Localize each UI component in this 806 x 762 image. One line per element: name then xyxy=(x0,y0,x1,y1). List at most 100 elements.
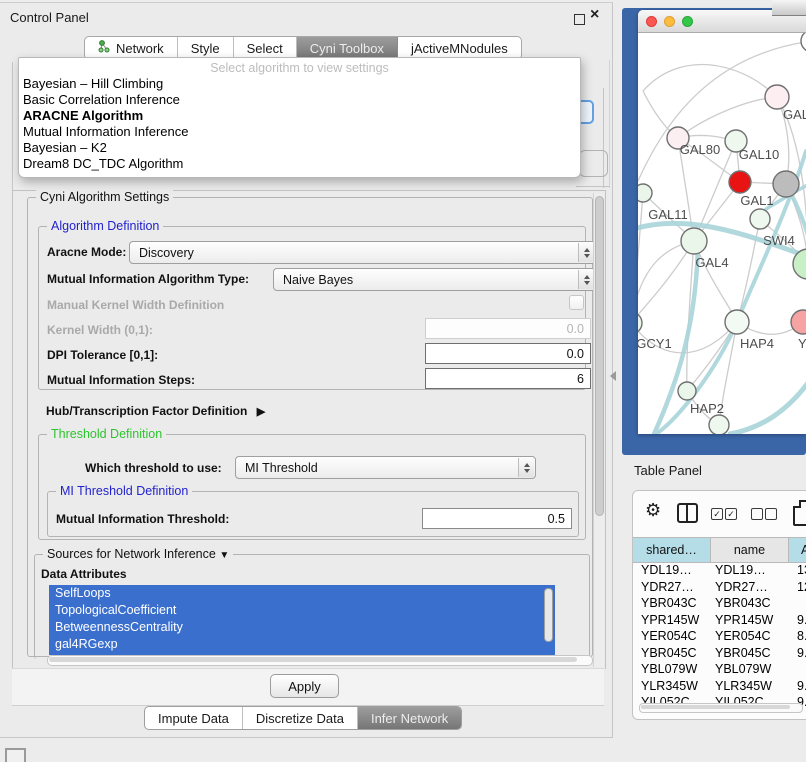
deselect-all-checkbox-icon[interactable] xyxy=(751,508,763,520)
table-row[interactable]: YER054CYER054C8. xyxy=(633,628,806,645)
spinner-arrows-icon xyxy=(578,270,594,289)
tab-label: Infer Network xyxy=(371,711,448,726)
mi-threshold-definition-group: MI Threshold Definition Mutual Informati… xyxy=(47,491,579,537)
network-node[interactable] xyxy=(638,184,652,202)
data-attribute-item[interactable]: SelfLoops xyxy=(49,585,555,602)
table-row[interactable]: YDL19…YDL19…13 xyxy=(633,562,806,579)
table-cell: YER054C xyxy=(633,628,711,645)
algorithm-option[interactable]: Dream8 DC_TDC Algorithm xyxy=(19,156,580,172)
network-node[interactable] xyxy=(638,312,642,334)
table-row[interactable]: YLR345WYLR345W9. xyxy=(633,678,806,695)
tab-style[interactable]: Style xyxy=(178,37,234,59)
new-table-icon[interactable] xyxy=(793,500,806,526)
horizontal-scrollbar[interactable] xyxy=(47,655,593,666)
zoom-traffic-light-icon[interactable] xyxy=(682,16,693,27)
algorithm-option[interactable]: Mutual Information Inference xyxy=(19,124,580,140)
minimize-traffic-light-icon[interactable] xyxy=(664,16,675,27)
tab-select[interactable]: Select xyxy=(234,37,297,59)
table-row[interactable]: YBR043CYBR043C xyxy=(633,595,806,612)
network-node-label: GAL8 xyxy=(783,107,806,122)
tab-label: Impute Data xyxy=(158,711,229,726)
tab-impute-data[interactable]: Impute Data xyxy=(145,707,243,729)
dpi-tolerance-field[interactable]: 0.0 xyxy=(425,343,591,364)
data-attributes-list[interactable]: SelfLoopsTopologicalCoefficientBetweenne… xyxy=(49,585,555,655)
close-traffic-light-icon[interactable] xyxy=(646,16,657,27)
table-cell: 13 xyxy=(789,562,806,579)
gear-icon[interactable]: ⚙ xyxy=(645,499,661,521)
network-node[interactable] xyxy=(801,33,806,52)
table-row[interactable]: YBL079WYBL079W xyxy=(633,661,806,678)
mi-algorithm-type-combobox[interactable]: Naive Bayes xyxy=(273,268,596,291)
table-cell: YBR045C xyxy=(633,645,711,662)
table-row[interactable]: YDR27…YDR27…12 xyxy=(633,579,806,596)
manual-kernel-width-label: Manual Kernel Width Definition xyxy=(47,298,224,312)
algorithm-option[interactable]: Basic Correlation Inference xyxy=(19,92,580,108)
table-row[interactable]: YPR145WYPR145W9. xyxy=(633,612,806,629)
tab-infer-network[interactable]: Infer Network xyxy=(358,707,461,729)
network-node[interactable] xyxy=(773,171,799,197)
network-node[interactable] xyxy=(765,85,789,109)
aracne-mode-combobox[interactable]: Discovery xyxy=(129,241,596,264)
apply-button[interactable]: Apply xyxy=(270,674,339,698)
table-cell: 9. xyxy=(789,645,806,662)
combobox-value: Naive Bayes xyxy=(283,273,353,287)
network-node[interactable] xyxy=(681,228,707,254)
data-attribute-item[interactable]: BetweennessCentrality xyxy=(49,619,555,636)
network-node-label: GAL1 xyxy=(740,193,773,208)
network-canvas-svg[interactable]: GAL8GAL80GAL10GAL1GAL11GAL4SWI4GCY1HAP4Y… xyxy=(638,33,806,434)
algorithm-option[interactable]: ARACNE Algorithm xyxy=(19,108,580,124)
table-cell: YER054C xyxy=(711,628,789,645)
float-window-icon[interactable] xyxy=(574,14,585,25)
algorithm-option[interactable]: Bayesian – K2 xyxy=(19,140,580,156)
mi-steps-field[interactable]: 6 xyxy=(425,368,591,389)
tab-label: jActiveMNodules xyxy=(411,41,508,56)
table-cell: 8. xyxy=(789,628,806,645)
field-value: 0.5 xyxy=(548,512,565,526)
network-node[interactable] xyxy=(725,310,749,334)
deselect-all-checkbox-icon[interactable] xyxy=(765,508,777,520)
minimized-panel-icon[interactable] xyxy=(5,748,26,762)
table-cell: YDL19… xyxy=(711,562,789,579)
data-attributes-label: Data Attributes xyxy=(41,567,127,581)
network-node[interactable] xyxy=(729,171,751,193)
table-cell xyxy=(789,661,806,678)
network-node-label: HAP4 xyxy=(740,336,774,351)
network-node-label: GAL10 xyxy=(739,147,779,162)
tab-cyni-toolbox[interactable]: Cyni Toolbox xyxy=(297,37,398,59)
network-canvas[interactable]: GAL8GAL80GAL10GAL1GAL11GAL4SWI4GCY1HAP4Y… xyxy=(638,33,806,434)
manual-kernel-width-checkbox[interactable] xyxy=(569,295,584,310)
which-threshold-combobox[interactable]: MI Threshold xyxy=(235,456,536,479)
network-node[interactable] xyxy=(750,209,770,229)
column-header[interactable]: A xyxy=(789,538,806,562)
network-node-label: GAL80 xyxy=(680,142,720,157)
algorithm-option[interactable]: Bayesian – Hill Climbing xyxy=(19,76,580,92)
network-view-window: GAL8GAL80GAL10GAL1GAL11GAL4SWI4GCY1HAP4Y… xyxy=(638,10,806,434)
hub-transcription-factor-expander[interactable]: Hub/Transcription Factor Definition ▶ xyxy=(46,404,265,418)
close-icon[interactable]: × xyxy=(590,7,599,23)
network-node[interactable] xyxy=(709,415,729,434)
data-attribute-item[interactable]: gal4RGexp xyxy=(49,636,555,653)
list-scrollbar[interactable] xyxy=(544,588,553,642)
table-cell: YDR27… xyxy=(633,579,711,596)
sources-collapser[interactable]: Sources for Network Inference ▼ xyxy=(43,547,233,561)
tab-discretize-data[interactable]: Discretize Data xyxy=(243,707,358,729)
panel-splitter-handle[interactable] xyxy=(610,371,616,381)
table-horizontal-scrollbar[interactable] xyxy=(639,703,803,713)
algorithm-definition-group: Algorithm Definition Aracne Mode: Discov… xyxy=(38,226,586,390)
kernel-width-field[interactable]: 0.0 xyxy=(425,318,591,339)
select-all-checkbox-icon[interactable]: ✓ xyxy=(711,508,723,520)
tab-network[interactable]: Network xyxy=(85,37,178,59)
tab-jactivemnodules[interactable]: jActiveMNodules xyxy=(398,37,521,59)
column-header[interactable]: name xyxy=(711,538,789,562)
cyni-algorithm-settings-group: Cyni Algorithm Settings Algorithm Defini… xyxy=(27,197,593,657)
network-node[interactable] xyxy=(678,382,696,400)
table-row[interactable]: YBR045CYBR045C9. xyxy=(633,645,806,662)
select-all-checkbox-icon[interactable]: ✓ xyxy=(725,508,737,520)
network-node[interactable] xyxy=(791,310,806,334)
data-attribute-item[interactable]: TopologicalCoefficient xyxy=(49,602,555,619)
table-body: YDL19…YDL19…13YDR27…YDR27…12YBR043CYBR04… xyxy=(633,562,806,711)
split-columns-icon[interactable] xyxy=(677,503,698,523)
column-header[interactable]: shared… xyxy=(633,538,711,562)
mi-threshold-field[interactable]: 0.5 xyxy=(422,508,572,529)
vertical-scrollbar[interactable] xyxy=(593,193,604,667)
